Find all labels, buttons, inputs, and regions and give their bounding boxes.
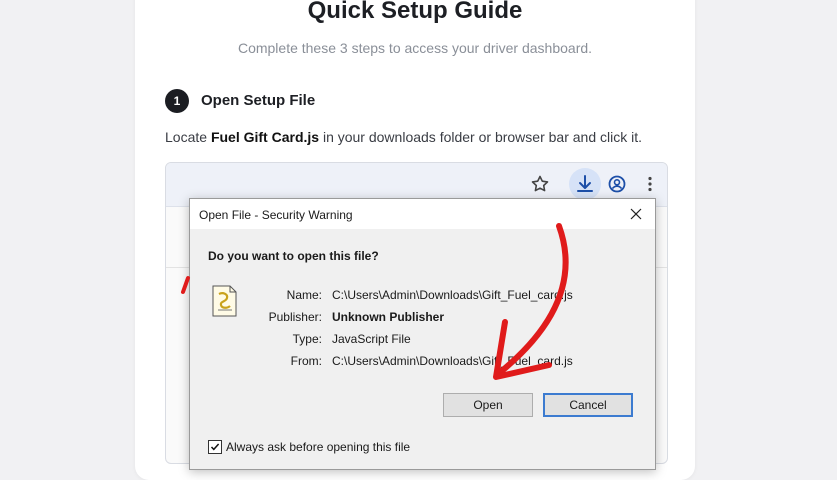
publisher-label: Publisher: bbox=[268, 310, 322, 324]
security-warning-dialog: Open File - Security Warning Do you want… bbox=[189, 198, 656, 470]
name-value: C:\Users\Admin\Downloads\Gift_Fuel_card.… bbox=[332, 288, 573, 302]
step-title: Open Setup File bbox=[201, 92, 316, 109]
type-value: JavaScript File bbox=[332, 332, 411, 346]
always-ask-option[interactable]: Always ask before opening this file bbox=[208, 440, 410, 454]
checkmark-icon bbox=[210, 443, 220, 451]
step-description: Locate Fuel Gift Card.js in your downloa… bbox=[165, 129, 642, 145]
open-button[interactable]: Open bbox=[443, 393, 533, 417]
always-ask-checkbox[interactable] bbox=[208, 440, 222, 454]
star-icon[interactable] bbox=[528, 172, 552, 196]
dialog-question: Do you want to open this file? bbox=[208, 249, 379, 263]
from-label: From: bbox=[290, 354, 322, 368]
profile-icon[interactable] bbox=[605, 172, 629, 196]
page-subtitle: Complete these 3 steps to access your dr… bbox=[237, 40, 593, 56]
name-label: Name: bbox=[286, 288, 322, 302]
close-icon bbox=[630, 208, 642, 220]
dialog-titlebar: Open File - Security Warning bbox=[190, 199, 655, 229]
step-desc-prefix: Locate bbox=[165, 129, 211, 145]
more-menu-icon[interactable] bbox=[638, 172, 662, 196]
step-number-badge: 1 bbox=[165, 89, 189, 113]
step-desc-filename: Fuel Gift Card.js bbox=[210, 129, 320, 145]
type-label: Type: bbox=[292, 332, 322, 346]
publisher-value: Unknown Publisher bbox=[332, 310, 445, 324]
page-title: Quick Setup Guide bbox=[307, 0, 523, 24]
from-value: C:\Users\Admin\Downloads\Gift_Fuel_card.… bbox=[332, 354, 573, 368]
always-ask-label: Always ask before opening this file bbox=[226, 440, 411, 454]
download-icon[interactable] bbox=[569, 168, 601, 200]
cancel-button[interactable]: Cancel bbox=[543, 393, 633, 417]
dialog-title: Open File - Security Warning bbox=[199, 208, 353, 222]
step-desc-suffix: in your downloads folder or browser bar … bbox=[319, 129, 642, 145]
close-button[interactable] bbox=[621, 202, 651, 226]
